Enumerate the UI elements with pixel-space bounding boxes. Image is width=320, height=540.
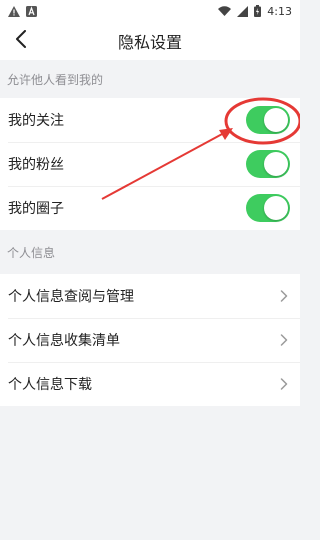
toggle-knob bbox=[264, 196, 288, 220]
personal-info-collection-list-item[interactable]: 个人信息收集清单 bbox=[0, 318, 300, 362]
wifi-icon bbox=[218, 6, 232, 16]
setting-row-circles: 我的圈子 bbox=[0, 186, 300, 230]
menu-label: 个人信息查阅与管理 bbox=[8, 289, 134, 305]
a-square-icon bbox=[26, 5, 37, 17]
personal-info-manage-item[interactable]: 个人信息查阅与管理 bbox=[0, 274, 300, 318]
nav-bar: 隐私设置 bbox=[0, 22, 300, 60]
section-header-personal: 个人信息 bbox=[7, 245, 56, 260]
chevron-right-icon bbox=[278, 334, 290, 346]
menu-label: 个人信息收集清单 bbox=[8, 333, 120, 349]
signal-icon bbox=[237, 5, 249, 17]
visibility-settings-group: 我的关注 我的粉丝 我的圈子 bbox=[0, 98, 300, 230]
following-visibility-toggle[interactable] bbox=[246, 106, 290, 134]
menu-label: 个人信息下载 bbox=[8, 377, 92, 393]
section-header-visibility: 允许他人看到我的 bbox=[7, 72, 104, 87]
toggle-knob bbox=[264, 108, 288, 132]
circles-visibility-toggle[interactable] bbox=[246, 194, 290, 222]
chevron-left-icon bbox=[15, 30, 27, 52]
personal-info-download-item[interactable]: 个人信息下载 bbox=[0, 362, 300, 406]
setting-row-followers: 我的粉丝 bbox=[0, 142, 300, 186]
status-time: 4:13 bbox=[267, 4, 292, 18]
chevron-right-icon bbox=[278, 378, 290, 390]
setting-row-following: 我的关注 bbox=[0, 98, 300, 142]
personal-info-group: 个人信息查阅与管理 个人信息收集清单 个人信息下载 bbox=[0, 274, 300, 406]
status-bar: 4:13 bbox=[0, 0, 300, 22]
chevron-right-icon bbox=[278, 290, 290, 302]
setting-label: 我的粉丝 bbox=[8, 157, 64, 173]
status-bar-left bbox=[8, 5, 37, 17]
page-title: 隐私设置 bbox=[117, 33, 182, 52]
setting-label: 我的圈子 bbox=[8, 201, 64, 217]
battery-charging-icon bbox=[254, 5, 262, 17]
status-bar-right: 4:13 bbox=[218, 5, 292, 18]
back-button[interactable] bbox=[8, 22, 34, 60]
warning-icon bbox=[8, 5, 20, 17]
setting-label: 我的关注 bbox=[8, 113, 64, 129]
followers-visibility-toggle[interactable] bbox=[246, 150, 290, 178]
toggle-knob bbox=[264, 152, 288, 176]
